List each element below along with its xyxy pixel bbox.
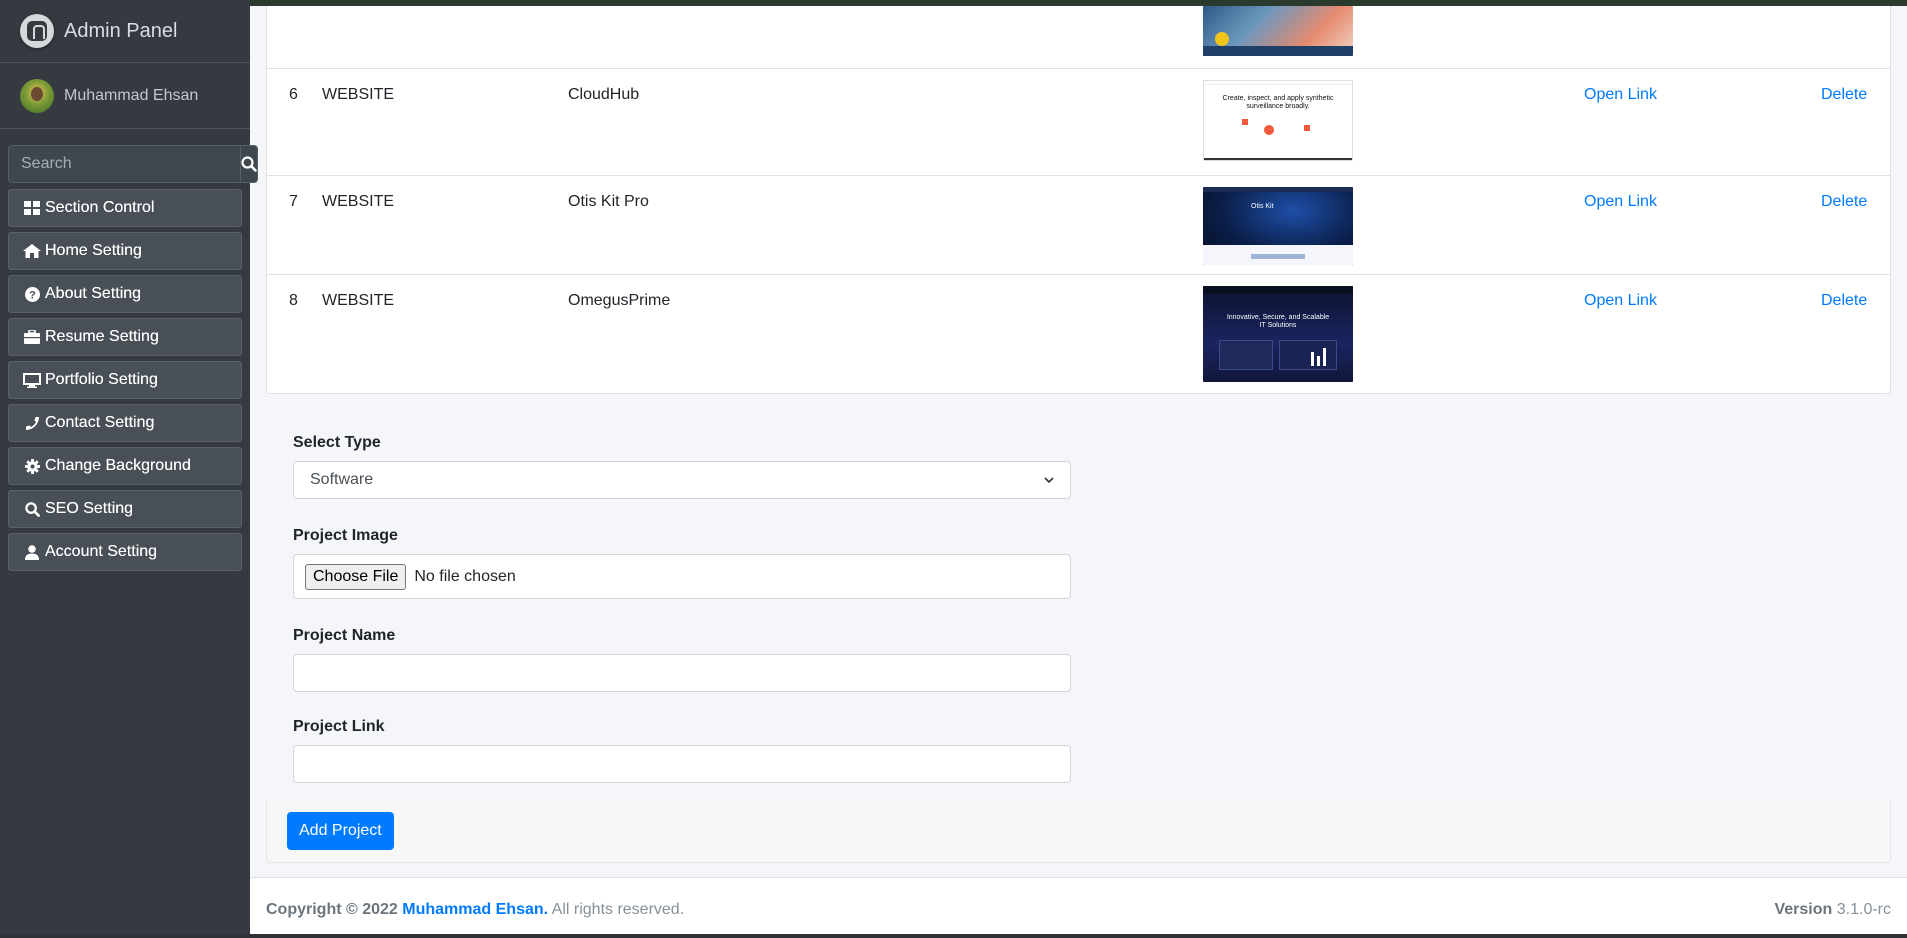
copyright-text: Copyright © 2022 Muhammad Ehsan. All rig… [266, 901, 684, 919]
sidebar-item-label: Resume Setting [45, 328, 159, 345]
grid-icon [23, 200, 41, 216]
sidebar: Admin Panel Muhammad Ehsan Section Contr… [0, 0, 258, 938]
owner-link[interactable]: Muhammad Ehsan. [402, 901, 548, 918]
sidebar-item-label: Portfolio Setting [45, 371, 158, 388]
user-icon [23, 544, 41, 560]
project-link-label: Project Link [293, 718, 385, 735]
gear-icon [23, 458, 41, 474]
row-name: CloudHub [568, 86, 640, 103]
chevron-down-icon [1044, 476, 1054, 483]
briefcase-icon [23, 329, 41, 345]
row-number: 7 [289, 193, 298, 210]
row-type: WEBSITE [322, 292, 395, 309]
page-footer: Copyright © 2022 Muhammad Ehsan. All rig… [250, 877, 1907, 938]
phone-icon [23, 415, 41, 431]
user-name: Muhammad Ehsan [64, 86, 199, 104]
sidebar-item-seo-setting[interactable]: SEO Setting [8, 490, 242, 528]
question-circle-icon: ? [23, 286, 41, 302]
version-number: 3.1.0-rc [1836, 901, 1891, 918]
sidebar-item-label: Section Control [45, 199, 155, 216]
search-icon [23, 501, 41, 517]
sidebar-item-resume-setting[interactable]: Resume Setting [8, 318, 242, 356]
content-wrapper: 6 WEBSITE CloudHub Create, inspect, and … [250, 6, 1907, 938]
sidebar-item-label: Change Background [45, 457, 191, 474]
row-type: WEBSITE [322, 86, 395, 103]
form-footer: Add Project [266, 801, 1891, 863]
sidebar-item-home-setting[interactable]: Home Setting [8, 232, 242, 270]
project-thumbnail [1203, 6, 1353, 56]
desktop-icon [23, 372, 41, 388]
choose-file-button[interactable]: Choose File [305, 563, 407, 590]
sidebar-item-label: SEO Setting [45, 500, 134, 517]
delete-link[interactable]: Delete [1821, 86, 1867, 104]
thumbnail-text: Otis Kit [1251, 203, 1274, 210]
avatar [20, 78, 54, 113]
sidebar-item-label: Account Setting [45, 543, 158, 560]
row-type: WEBSITE [322, 193, 395, 210]
table-row: 6 WEBSITE CloudHub Create, inspect, and … [267, 69, 1890, 176]
delete-link[interactable]: Delete [1821, 193, 1867, 211]
brand-link[interactable]: Admin Panel [0, 0, 250, 63]
row-name: OmegusPrime [568, 292, 671, 309]
home-icon [23, 243, 41, 259]
select-type-value: Software [310, 471, 374, 488]
sidebar-item-portfolio-setting[interactable]: Portfolio Setting [8, 361, 242, 399]
project-name-input[interactable] [293, 654, 1071, 692]
sidebar-item-section-control[interactable]: Section Control [8, 189, 242, 227]
svg-text:?: ? [29, 289, 36, 301]
no-file-text: No file chosen [414, 567, 516, 585]
select-type-label: Select Type [293, 434, 381, 451]
copyright-label: Copyright © 2022 [266, 901, 398, 918]
select-type-dropdown[interactable]: Software [293, 461, 1071, 499]
add-project-form: Select Type Software Project Image Choos… [293, 434, 1073, 783]
project-thumbnail: Create, inspect, and apply synthetic sur… [1203, 80, 1353, 161]
table-row: 7 WEBSITE Otis Kit Pro Otis Kit Open Lin… [267, 176, 1890, 275]
brand-logo-icon [20, 14, 54, 48]
project-thumbnail: Otis Kit [1203, 187, 1353, 265]
project-image-file-input[interactable]: Choose File No file chosen [293, 554, 1071, 599]
sidebar-item-about-setting[interactable]: ? About Setting [8, 275, 242, 313]
sidebar-item-change-background[interactable]: Change Background [8, 447, 242, 485]
sidebar-nav: Section Control Home Setting ? About Set… [8, 189, 242, 571]
delete-link[interactable]: Delete [1821, 292, 1867, 310]
projects-card: 6 WEBSITE CloudHub Create, inspect, and … [266, 6, 1891, 394]
row-number: 6 [289, 86, 298, 103]
row-number: 8 [289, 292, 298, 309]
sidebar-item-label: Contact Setting [45, 414, 155, 431]
sidebar-item-account-setting[interactable]: Account Setting [8, 533, 242, 571]
sidebar-item-label: About Setting [45, 285, 142, 302]
bottom-edge [0, 934, 1907, 938]
table-row [267, 6, 1890, 69]
open-link[interactable]: Open Link [1584, 86, 1657, 104]
open-link[interactable]: Open Link [1584, 292, 1657, 310]
table-row: 8 WEBSITE OmegusPrime Innovative, Secure… [267, 275, 1890, 394]
project-link-input[interactable] [293, 745, 1071, 783]
sidebar-item-contact-setting[interactable]: Contact Setting [8, 404, 242, 442]
row-name: Otis Kit Pro [568, 193, 649, 210]
search-input[interactable] [8, 145, 240, 183]
project-name-label: Project Name [293, 627, 396, 644]
add-project-button[interactable]: Add Project [287, 812, 394, 850]
thumbnail-text: Innovative, Secure, and Scalable IT Solu… [1226, 314, 1330, 329]
version-label: Version [1774, 901, 1833, 918]
brand-text: Admin Panel [64, 19, 178, 42]
sidebar-item-label: Home Setting [45, 242, 142, 259]
thumbnail-text: Create, inspect, and apply synthetic sur… [1222, 95, 1334, 110]
open-link[interactable]: Open Link [1584, 193, 1657, 211]
sidebar-search [8, 145, 258, 183]
version-text: Version 3.1.0-rc [1774, 901, 1891, 919]
user-panel[interactable]: Muhammad Ehsan [0, 63, 250, 129]
rights-text: All rights reserved. [551, 901, 685, 918]
project-image-label: Project Image [293, 527, 398, 544]
project-thumbnail: Innovative, Secure, and Scalable IT Solu… [1203, 286, 1353, 382]
